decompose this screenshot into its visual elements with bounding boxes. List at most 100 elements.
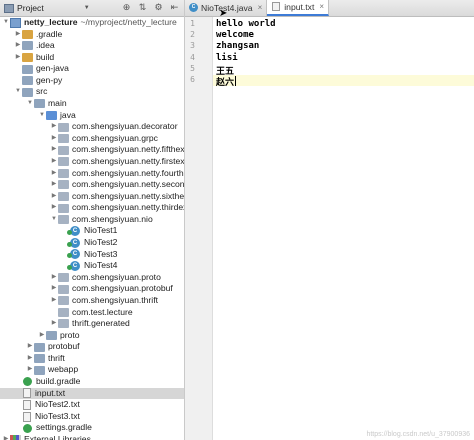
tree-item[interactable]: com.test.lecture (0, 307, 184, 319)
tree-item[interactable]: NioTest3.txt (0, 411, 184, 423)
tree-item[interactable]: ▶ com.shengsiyuan.decorator (0, 121, 184, 133)
tree-item-label: com.shengsiyuan.netty.secondexample (72, 179, 185, 190)
code-line[interactable]: hello world (216, 19, 276, 29)
collapsed-arrow-icon[interactable]: ▶ (26, 353, 34, 365)
collapsed-arrow-icon[interactable]: ▶ (26, 341, 34, 353)
tree-item[interactable]: build.gradle (0, 375, 184, 388)
package-icon (58, 273, 69, 283)
tree-item[interactable]: C NioTest4 (0, 260, 184, 272)
collapsed-arrow-icon[interactable]: ▶ (50, 318, 58, 330)
tree-item[interactable]: settings.gradle (0, 422, 184, 434)
editor-tab[interactable]: input.txt × (267, 0, 330, 16)
tree-item[interactable]: ▼ main (0, 98, 184, 110)
tree-item-label: build.gradle (36, 375, 81, 386)
line-number: 4 (190, 52, 195, 62)
code-line[interactable]: 赵六 (216, 75, 234, 88)
collapsed-arrow-icon[interactable]: ▶ (2, 434, 10, 440)
folder-orange-icon (22, 29, 33, 39)
tree-item[interactable]: C NioTest2 (0, 237, 184, 249)
tree-item[interactable]: ▶ External Libraries (0, 433, 184, 440)
tree-item-label: gen-java (36, 63, 69, 74)
collapsed-arrow-icon[interactable]: ▶ (50, 121, 58, 133)
project-panel-header[interactable]: Project ▼ ⊕ ⇅ ⚙ ⇤ (0, 0, 184, 17)
tree-item[interactable]: ▶ com.shengsiyuan.protobuf (0, 283, 184, 295)
collapsed-arrow-icon[interactable]: ▶ (26, 364, 34, 376)
close-tab-icon[interactable]: × (319, 2, 324, 11)
tree-item[interactable]: gen-py (0, 75, 184, 87)
tree-item[interactable]: ▶ com.shengsiyuan.netty.fourthexample (0, 168, 184, 180)
line-number: 3 (190, 41, 195, 51)
tree-item[interactable]: ▶ com.shengsiyuan.netty.thirdexample (0, 202, 184, 214)
expanded-arrow-icon[interactable]: ▼ (26, 98, 34, 110)
tree-item[interactable]: gen-java (0, 63, 184, 75)
code-line[interactable]: lisi (216, 53, 238, 63)
tree-item[interactable]: ▶ protobuf (0, 341, 184, 353)
tree-item[interactable]: ▼ java (0, 110, 184, 122)
settings-gear-icon[interactable]: ⚙ (153, 2, 164, 13)
collapsed-arrow-icon[interactable]: ▶ (50, 156, 58, 168)
dropdown-caret-icon[interactable]: ▼ (84, 5, 90, 11)
tree-item[interactable]: NioTest2.txt (0, 399, 184, 411)
tab-label: input.txt (284, 1, 315, 12)
tree-item[interactable]: ▶ com.shengsiyuan.netty.secondexample (0, 179, 185, 191)
tree-item[interactable]: ▶ thrift (0, 352, 184, 365)
tree-item[interactable]: ▶ com.shengsiyuan.grpc (0, 133, 184, 145)
expanded-arrow-icon[interactable]: ▼ (50, 214, 58, 226)
tree-item[interactable]: ▶ com.shengsiyuan.netty.sixthexample (0, 191, 184, 203)
text-file-icon (272, 2, 281, 11)
package-icon (58, 307, 69, 317)
tree-item[interactable]: ▼ netty_lecture ~/myproject/netty_lecture (0, 17, 184, 29)
package-icon (58, 180, 69, 190)
expanded-arrow-icon[interactable]: ▼ (14, 86, 22, 98)
folder-icon (22, 76, 33, 86)
collapsed-arrow-icon[interactable]: ▶ (14, 40, 22, 52)
collapsed-arrow-icon[interactable]: ▶ (50, 179, 58, 191)
scroll-from-source-icon[interactable]: ⊕ (121, 2, 132, 13)
project-view-selector[interactable]: Project (17, 3, 44, 13)
tree-item[interactable]: ▶ webapp (0, 364, 184, 376)
tree-item[interactable]: ▶ build (0, 52, 184, 64)
tree-item[interactable]: input.txt (0, 387, 184, 400)
code-line[interactable]: welcome (216, 30, 254, 40)
tree-item-label: thrift (48, 352, 65, 363)
collapsed-arrow-icon[interactable]: ▶ (14, 29, 22, 41)
tree-item[interactable]: ▶ .gradle (0, 29, 184, 41)
tree-item[interactable]: ▼ src (0, 86, 184, 98)
tree-item[interactable]: C NioTest1 (0, 225, 184, 237)
expanded-arrow-icon[interactable]: ▼ (2, 17, 10, 29)
folder-icon (34, 354, 45, 364)
collapsed-arrow-icon[interactable]: ▶ (50, 168, 58, 180)
class-icon: C (189, 3, 198, 12)
code-line[interactable]: zhangsan (216, 41, 259, 51)
tree-item[interactable]: ▶ com.shengsiyuan.netty.fifthexample (0, 144, 184, 156)
tree-item[interactable]: ▶ com.shengsiyuan.thrift (0, 294, 184, 307)
collapsed-arrow-icon[interactable]: ▶ (50, 144, 58, 156)
close-tab-icon[interactable]: × (258, 3, 263, 12)
tree-item-label: com.shengsiyuan.thrift (72, 294, 158, 305)
collapsed-arrow-icon[interactable]: ▶ (38, 330, 46, 342)
collapsed-arrow-icon[interactable]: ▶ (50, 133, 58, 145)
collapsed-arrow-icon[interactable]: ▶ (50, 295, 58, 307)
tree-item[interactable]: C NioTest3 (0, 249, 184, 261)
folder-icon (34, 365, 45, 375)
tree-item-label: webapp (48, 364, 79, 375)
hide-panel-icon[interactable]: ⇤ (169, 2, 180, 13)
expanded-arrow-icon[interactable]: ▼ (38, 110, 46, 122)
collapsed-arrow-icon[interactable]: ▶ (50, 272, 58, 284)
tree-item[interactable]: ▶ com.shengsiyuan.netty.firstexample (0, 156, 184, 168)
tree-item[interactable]: ▶ .idea (0, 40, 184, 52)
tree-item-label: External Libraries (24, 433, 91, 440)
tree-item[interactable]: ▶ thrift.generated (0, 318, 184, 330)
tree-item[interactable]: ▶ com.shengsiyuan.proto (0, 272, 184, 284)
text-editor[interactable]: https://blog.csdn.net/u_37900936 hello w… (213, 17, 474, 440)
project-tool-window: Project ▼ ⊕ ⇅ ⚙ ⇤ ▼ netty_lecture ~/myproj… (0, 0, 185, 440)
tree-item-label: protobuf (48, 341, 80, 352)
tree-item-label: netty_lecture (24, 17, 78, 27)
collapsed-arrow-icon[interactable]: ▶ (14, 52, 22, 64)
collapse-all-icon[interactable]: ⇅ (137, 2, 148, 13)
collapsed-arrow-icon[interactable]: ▶ (50, 202, 58, 214)
collapsed-arrow-icon[interactable]: ▶ (50, 283, 58, 295)
collapsed-arrow-icon[interactable]: ▶ (50, 191, 58, 203)
tree-item[interactable]: ▼ com.shengsiyuan.nio (0, 214, 184, 226)
tree-item[interactable]: ▶ proto (0, 330, 184, 342)
